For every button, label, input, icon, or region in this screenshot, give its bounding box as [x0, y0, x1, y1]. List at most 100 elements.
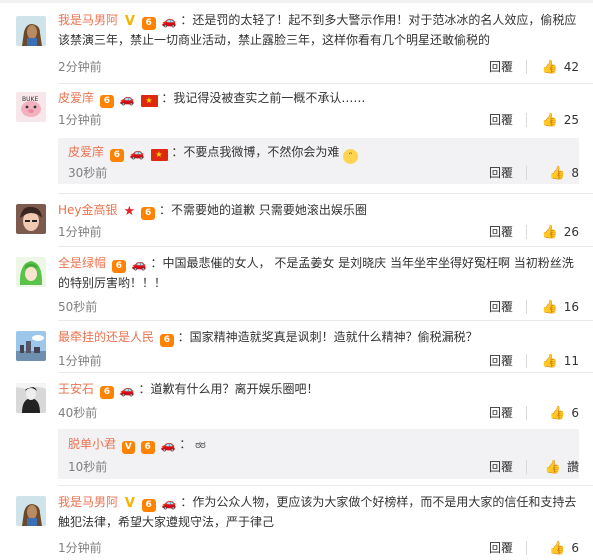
like-button[interactable]: 👍 6	[533, 539, 579, 558]
comment-time: 2分钟前	[58, 60, 102, 74]
svg-text:BUKE: BUKE	[22, 96, 38, 103]
reply-button[interactable]: 回覆	[489, 352, 513, 370]
username-link[interactable]: 皮爱庠	[68, 145, 104, 159]
username-link[interactable]: 我是马男阿	[58, 495, 118, 509]
divider	[58, 83, 593, 84]
like-count: 25	[563, 113, 579, 127]
divider	[58, 485, 593, 486]
like-button[interactable]: 👍 16	[533, 298, 579, 317]
vip-badge-icon: 6	[99, 386, 114, 399]
china-flag-icon: ★	[140, 95, 158, 107]
comment-time: 40秒前	[58, 406, 98, 420]
like-button[interactable]: 👍 6	[533, 404, 579, 423]
avatar[interactable]	[16, 383, 46, 413]
like-button[interactable]: 👍 26	[533, 223, 579, 242]
reply-button[interactable]: 回覆	[489, 111, 513, 129]
avatar[interactable]	[16, 331, 46, 361]
comment-text: ：	[179, 437, 192, 451]
username-link[interactable]: 最牵挂的还是人民	[58, 330, 154, 344]
car-badge-icon: 🚗	[129, 146, 145, 160]
comment-text: ：作为公众人物，更应该为大家做个好榜样，而不是用大家的信任和支持去触犯法律，希望…	[58, 495, 577, 529]
vip-badge-icon: 6	[141, 499, 156, 512]
verified-v-icon: V	[124, 496, 135, 511]
car-badge-icon: 🚗	[161, 496, 177, 510]
thumbs-up-icon: 👍	[541, 300, 558, 315]
reply-button[interactable]: 回覆	[489, 58, 513, 76]
like-count: 6	[571, 406, 579, 420]
username-link[interactable]: 脱单小君	[68, 437, 116, 451]
comment-text: ：还是罚的太轻了！起不到多大警示作用！对于范冰冰的名人效应，偷税应该禁演三年，禁…	[58, 13, 577, 47]
comment-time: 10秒前	[68, 460, 108, 474]
vip-badge-icon: 6	[141, 17, 156, 30]
thumbs-up-icon: 👍	[541, 113, 558, 128]
avatar[interactable]	[16, 257, 46, 287]
separator	[526, 460, 527, 474]
thumbs-up-icon: 👍	[544, 460, 561, 475]
car-badge-icon: 🚗	[161, 14, 177, 28]
comment-text: ：我记得没被查实之前一概不承认……	[161, 91, 366, 105]
comment-time: 1分钟前	[58, 354, 102, 368]
vip-v-icon: V	[121, 441, 135, 454]
separator	[526, 354, 527, 368]
top-strip	[0, 0, 593, 3]
like-count: 6	[571, 541, 579, 555]
divider	[58, 193, 593, 194]
avatar[interactable]	[16, 204, 46, 234]
username-link[interactable]: Hey金高银	[58, 203, 118, 217]
car-badge-icon: 🚗	[131, 257, 147, 271]
emoji-face-icon: ᵔ	[343, 149, 359, 164]
reply-button[interactable]: 回覆	[489, 223, 513, 241]
like-button[interactable]: 👍 42	[533, 58, 579, 77]
comment-text: ：不要点我微博，不然你会为难	[171, 145, 340, 159]
reply-button[interactable]: 回覆	[489, 458, 513, 476]
reply-button[interactable]: 回覆	[489, 539, 513, 557]
separator	[526, 166, 527, 180]
comment-time: 50秒前	[58, 300, 98, 314]
reply-button[interactable]: 回覆	[489, 404, 513, 422]
username-link[interactable]: 我是马男阿	[58, 13, 118, 27]
comment-time: 1分钟前	[58, 113, 102, 127]
reply-box: 皮爱庠 6 🚗 ★ ：不要点我微博，不然你会为难 ᵔ 30秒前 回覆 👍 8	[58, 138, 579, 184]
comment-text: ：道歉有什么用？离开娱乐圈吧！	[138, 382, 319, 396]
comment-time: 30秒前	[68, 166, 108, 180]
avatar[interactable]	[16, 496, 46, 526]
star-badge-icon: ★	[123, 204, 136, 219]
like-button[interactable]: 👍 8	[533, 164, 579, 183]
car-badge-icon: 🚗	[119, 92, 135, 106]
username-link[interactable]: 皮爱庠	[58, 91, 94, 105]
divider	[58, 372, 593, 373]
avatar[interactable]: BUKE	[16, 92, 46, 122]
separator	[526, 541, 527, 555]
reply-box: 脱单小君 V 6 🚗 ： ಠಠ 10秒前 回覆 👍 讚	[58, 429, 579, 479]
avatar[interactable]	[16, 16, 46, 46]
reply-button[interactable]: 回覆	[489, 164, 513, 182]
divider	[58, 320, 593, 321]
comment-text: ：不需要她的道歉 只需要她滚出娱乐圈	[159, 203, 367, 217]
like-count: 8	[571, 166, 579, 180]
username-link[interactable]: 全是绿帽	[58, 256, 106, 270]
like-count: 讚	[566, 460, 579, 474]
vip-badge-icon: 6	[141, 207, 156, 220]
comment-time: 1分钟前	[58, 541, 102, 555]
vip-badge-icon: 6	[140, 441, 155, 454]
thumbs-up-icon: 👍	[541, 225, 558, 240]
thumbs-up-icon: 👍	[549, 406, 566, 421]
thumbs-up-icon: 👍	[549, 541, 566, 556]
reply-button[interactable]: 回覆	[489, 298, 513, 316]
like-count: 42	[563, 60, 579, 74]
comment-time: 1分钟前	[58, 225, 102, 239]
comment-text: ：国家精神造就奖真是讽刺！造就什么精神？偷税漏税？	[177, 330, 478, 344]
like-button[interactable]: 👍 11	[533, 352, 579, 371]
vip-badge-icon: 6	[159, 334, 174, 347]
like-button[interactable]: 👍 讚	[533, 458, 579, 477]
separator	[526, 225, 527, 239]
emoji-eyes-icon: ಠಠ	[195, 438, 206, 451]
vip-badge-icon: 6	[109, 149, 124, 162]
username-link[interactable]: 王安石	[58, 382, 94, 396]
like-button[interactable]: 👍 25	[533, 111, 579, 130]
separator	[526, 406, 527, 420]
separator	[526, 113, 527, 127]
vip-badge-icon: 6	[99, 95, 114, 108]
car-badge-icon: 🚗	[119, 383, 135, 397]
verified-v-icon: V	[124, 14, 135, 29]
